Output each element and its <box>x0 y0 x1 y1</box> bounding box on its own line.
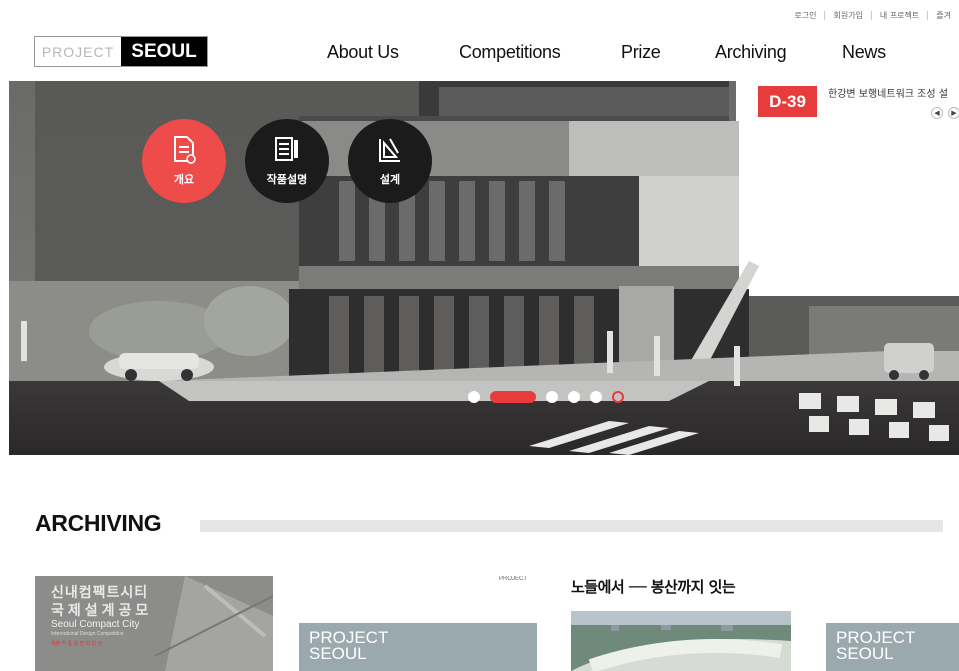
archiving-heading: ARCHIVING <box>35 510 162 536</box>
nav-competitions[interactable]: Competitions <box>459 42 561 63</box>
next-arrow-icon[interactable]: ▶ <box>948 107 959 119</box>
archive-card-4[interactable]: PROJECT SEOUL <box>826 576 959 671</box>
card-note: 제출 작 품 설 명 회 일 정 <box>51 641 103 647</box>
description-label: 작품설명 <box>266 173 308 186</box>
archiving-divider-bar <box>200 520 943 532</box>
design-label: 설계 <box>379 173 401 186</box>
band-line-2: SEOUL <box>836 644 894 663</box>
sheets-icon <box>275 137 298 161</box>
overview-label: 개요 <box>173 173 195 186</box>
nav-archiving[interactable]: Archiving <box>715 42 787 63</box>
card-title-ko: 신내컴팩트시티 <box>51 585 149 601</box>
overview-button[interactable]: 개요 <box>142 119 226 203</box>
favorites-link[interactable]: 즐겨 <box>928 10 959 21</box>
slide-indicators <box>468 390 634 404</box>
slide-dot-2-active[interactable] <box>490 391 536 403</box>
slide-dot-4[interactable] <box>568 391 580 403</box>
design-button[interactable]: 설계 <box>348 119 432 203</box>
main-nav: About Us Competitions Prize Archiving Ne… <box>0 38 959 66</box>
prev-arrow-icon[interactable]: ◀ <box>931 107 943 119</box>
archive-card-1[interactable]: 신내컴팩트시티 국제설계공모 Seoul Compact City Intern… <box>35 576 273 671</box>
card-subtitle-ko: 국제설계공모 <box>51 603 153 619</box>
signup-link[interactable]: 회원가입 <box>825 10 870 21</box>
competition-title[interactable]: 한강변 보행네트워크 조성 설 <box>828 85 948 100</box>
card-subtitle-en: International Design Competition <box>51 631 124 637</box>
nav-about-us[interactable]: About Us <box>327 42 399 63</box>
dday-badge: D-39 <box>758 86 817 117</box>
nav-prize[interactable]: Prize <box>621 42 661 63</box>
slide-dot-5[interactable] <box>590 391 602 403</box>
utility-bar: 로그인 회원가입 내 프로젝트 즐겨 <box>786 8 959 22</box>
card-band: PROJECT SEOUL <box>299 623 537 671</box>
archive-card-2[interactable]: PROJECT PROJECT SEOUL <box>299 576 537 671</box>
slide-dot-1[interactable] <box>468 391 480 403</box>
pause-button[interactable] <box>612 391 624 403</box>
login-link[interactable]: 로그인 <box>786 10 824 21</box>
drafting-icon <box>379 138 400 162</box>
slide-dot-3[interactable] <box>546 391 558 403</box>
river-aerial-image <box>571 611 791 671</box>
page: 로그인 회원가입 내 프로젝트 즐겨 PROJECT SEOUL About U… <box>0 0 959 671</box>
card-title: 노들에서 ── 봉산까지 잇는 <box>571 578 736 596</box>
my-project-link[interactable]: 내 프로젝트 <box>872 10 927 21</box>
card-band: PROJECT SEOUL <box>826 623 959 671</box>
card-title-en: Seoul Compact City <box>51 619 140 630</box>
card-small-label: PROJECT <box>498 576 527 582</box>
band-line-2: SEOUL <box>309 644 367 663</box>
nav-news[interactable]: News <box>842 42 886 63</box>
document-icon <box>174 136 196 164</box>
hero-banner: 개요 작품설명 설계 D-39 한강변 보행네트워크 조성 설 ◀ ▶ <box>9 81 959 455</box>
description-button[interactable]: 작품설명 <box>245 119 329 203</box>
archive-card-3[interactable]: 노들에서 ── 봉산까지 잇는 <box>563 576 799 671</box>
